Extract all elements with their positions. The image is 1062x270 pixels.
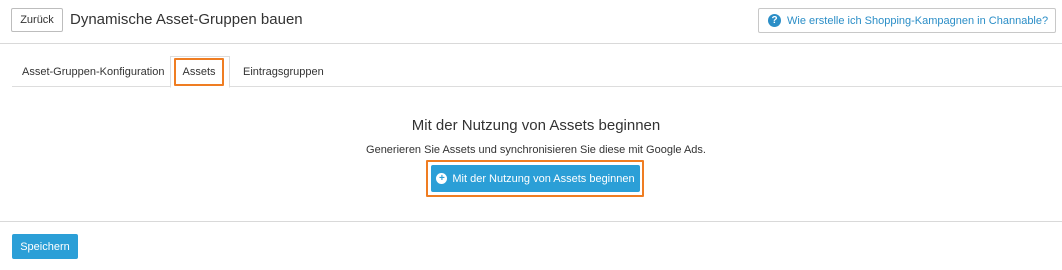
back-button[interactable]: Zurück — [11, 8, 63, 32]
start-assets-button-label: Mit der Nutzung von Assets beginnen — [452, 172, 635, 185]
save-button[interactable]: Speichern — [12, 234, 78, 259]
question-circle-icon: ? — [768, 14, 781, 27]
help-link-label: Wie erstelle ich Shopping-Kampagnen in C… — [787, 14, 1049, 27]
start-assets-button[interactable]: + Mit der Nutzung von Assets beginnen — [431, 165, 640, 192]
page: Zurück Dynamische Asset-Gruppen bauen ? … — [0, 0, 1062, 270]
help-link[interactable]: ? Wie erstelle ich Shopping-Kampagnen in… — [758, 8, 1056, 33]
page-title: Dynamische Asset-Gruppen bauen — [70, 11, 303, 28]
tab-asset-gruppen-konfiguration[interactable]: Asset-Gruppen-Konfiguration — [22, 66, 164, 78]
tab-eintragsgruppen[interactable]: Eintragsgruppen — [243, 66, 324, 78]
footer-divider — [0, 221, 1062, 222]
empty-state-description: Generieren Sie Assets und synchronisiere… — [366, 144, 706, 156]
tab-assets[interactable] — [170, 56, 230, 88]
plus-circle-icon: + — [436, 173, 448, 184]
header-divider — [0, 43, 1062, 44]
empty-state-title: Mit der Nutzung von Assets beginnen — [411, 117, 661, 134]
